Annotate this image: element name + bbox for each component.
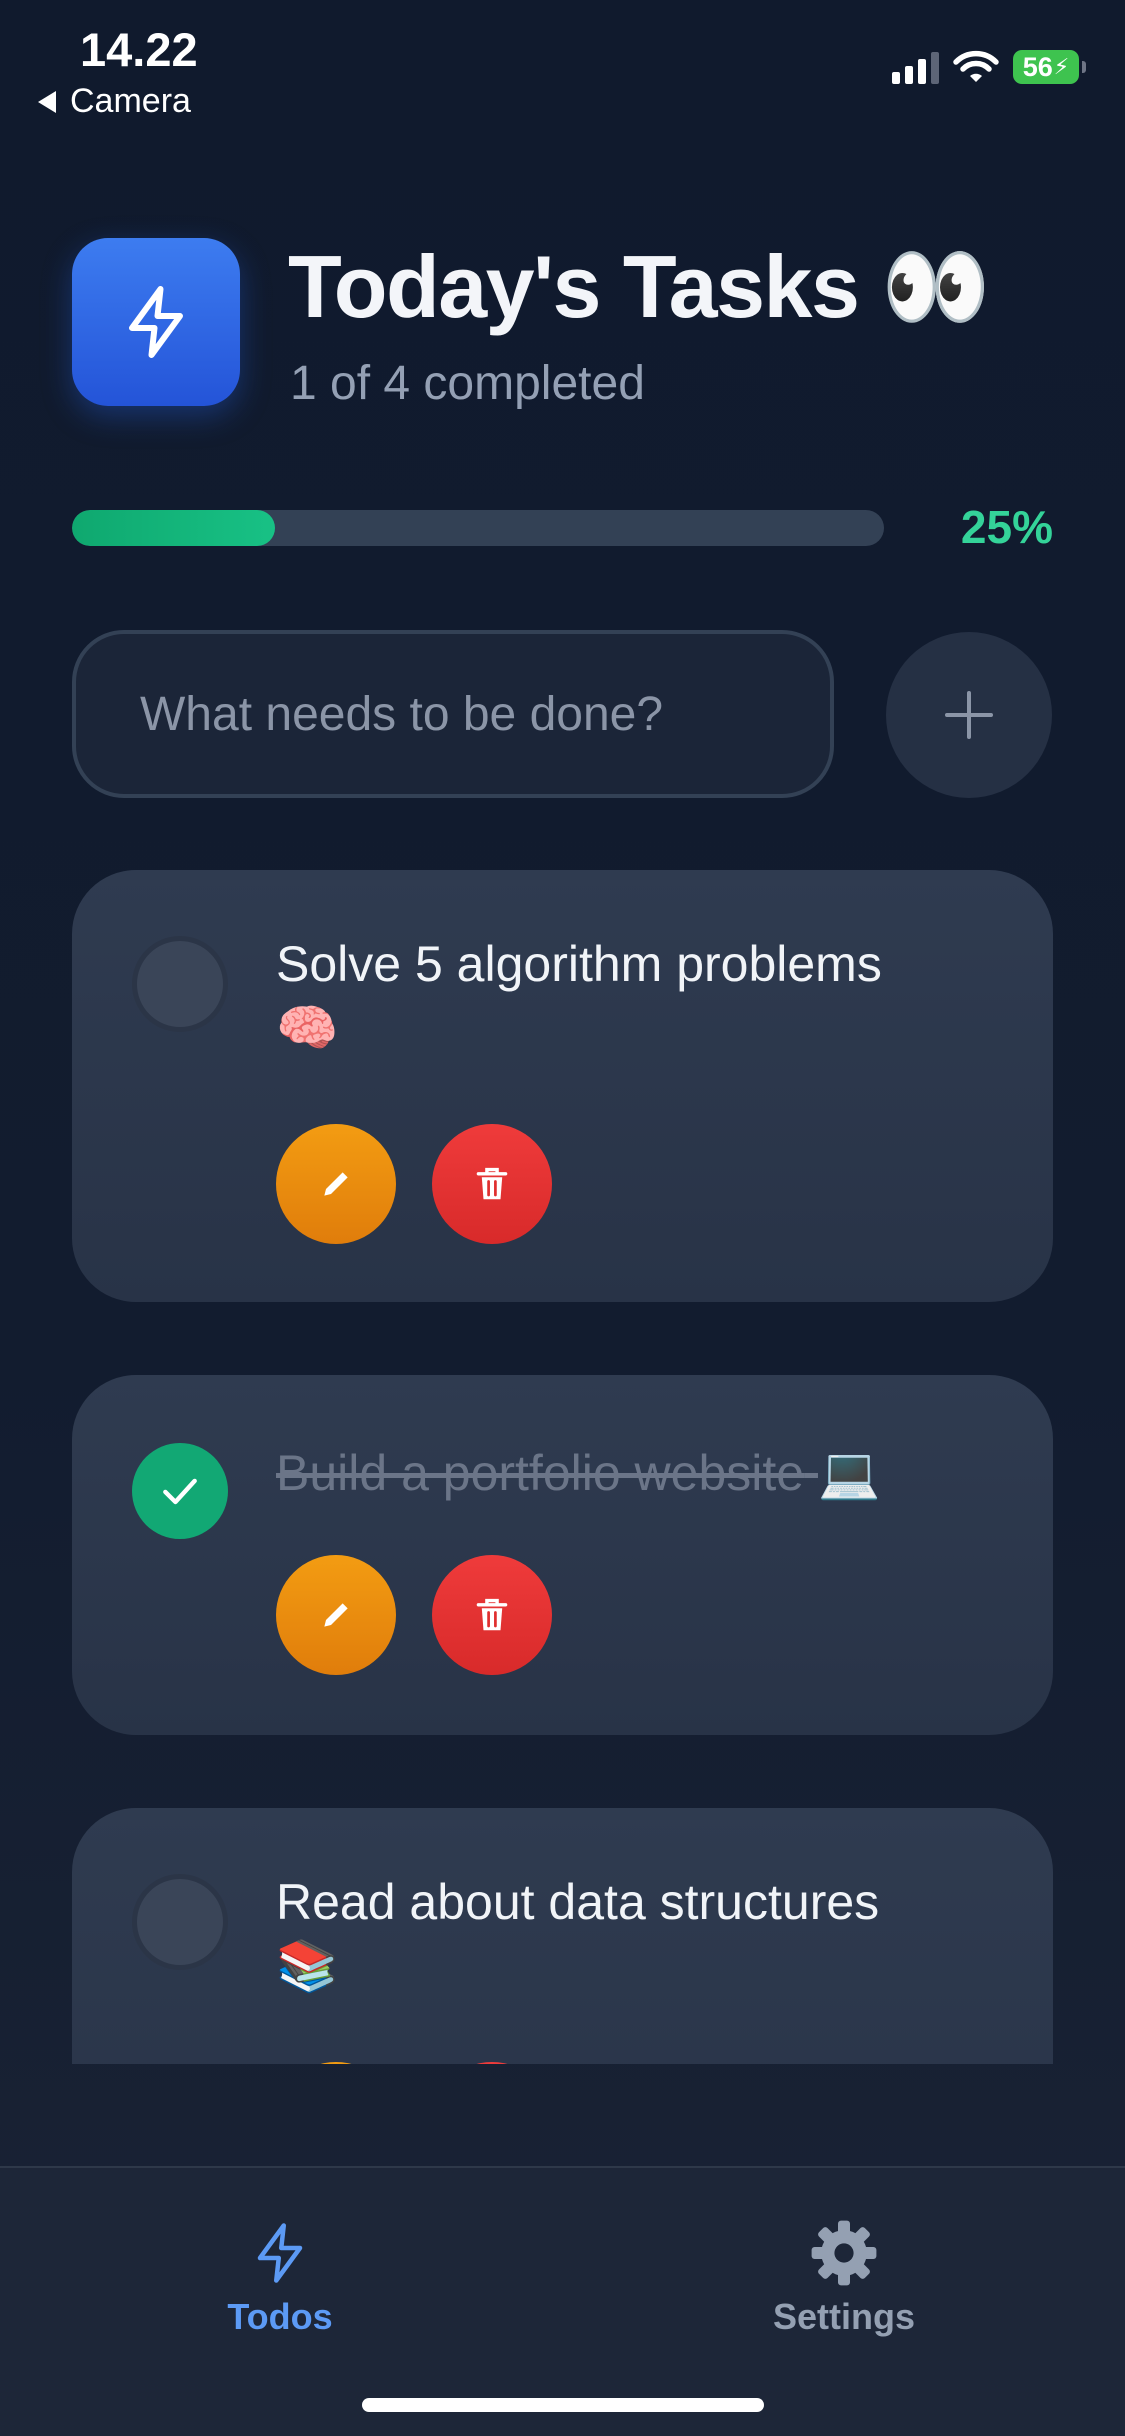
books-emoji-icon: 📚	[276, 1938, 339, 1994]
task-checkbox[interactable]	[132, 1443, 228, 1539]
battery-level: 56	[1022, 51, 1053, 82]
task-card: Build a portfolio website 💻	[72, 1375, 1053, 1735]
app-screen: 14.22 Camera 56 ⚡ Today's Tasks 👀 1 of 4…	[0, 0, 1125, 2436]
task-title-text: Read about data structures	[276, 1874, 880, 1930]
task-title: Build a portfolio website 💻	[276, 1441, 976, 1505]
cellular-signal-icon	[892, 50, 939, 84]
pencil-icon	[324, 1603, 348, 1627]
lightning-bolt-icon	[129, 286, 183, 358]
trash-icon	[476, 1598, 508, 1631]
back-triangle-icon	[38, 90, 56, 113]
tab-settings[interactable]: Settings	[724, 2216, 964, 2338]
task-checkbox[interactable]	[132, 936, 228, 1032]
edit-task-button[interactable]	[276, 1555, 396, 1675]
completion-summary: 1 of 4 completed	[290, 357, 645, 410]
home-indicator[interactable]	[362, 2398, 764, 2412]
task-checkbox[interactable]	[132, 1874, 228, 1970]
tab-label: Todos	[227, 2296, 333, 2337]
status-indicators: 56 ⚡	[892, 50, 1086, 84]
back-label: Camera	[70, 82, 191, 120]
delete-task-button[interactable]	[432, 2062, 552, 2064]
progress-bar	[72, 510, 884, 546]
add-task-button[interactable]	[886, 632, 1052, 798]
task-list: Solve 5 algorithm problems 🧠 Build a por…	[72, 870, 1053, 2064]
page-title: Today's Tasks 👀	[288, 237, 991, 336]
checkmark-icon	[163, 1478, 197, 1505]
lightning-bolt-icon	[257, 2223, 303, 2283]
progress-bar-fill	[72, 510, 275, 546]
wifi-icon	[953, 50, 999, 82]
app-logo	[72, 238, 240, 406]
task-title: Read about data structures 📚	[276, 1870, 976, 1998]
trash-icon	[476, 1167, 508, 1200]
status-time: 14.22	[80, 23, 198, 76]
edit-task-button[interactable]	[276, 1124, 396, 1244]
delete-task-button[interactable]	[432, 1555, 552, 1675]
battery-icon: 56 ⚡	[1013, 50, 1086, 84]
task-title: Solve 5 algorithm problems 🧠	[276, 932, 976, 1060]
delete-task-button[interactable]	[432, 1124, 552, 1244]
pencil-icon	[324, 1172, 348, 1196]
progress-percent: 25%	[960, 501, 1053, 553]
task-card: Solve 5 algorithm problems 🧠	[72, 870, 1053, 1302]
plus-icon	[945, 691, 993, 739]
task-title-text: Build a portfolio website	[276, 1445, 805, 1501]
tab-label: Settings	[772, 2296, 915, 2337]
charging-bolt-icon: ⚡	[1053, 54, 1070, 79]
task-title-text: Solve 5 algorithm problems	[276, 936, 882, 992]
new-task-input[interactable]	[72, 630, 834, 798]
laptop-emoji-icon: 💻	[817, 1445, 881, 1501]
tab-bar: Todos Settings	[0, 2166, 1125, 2436]
edit-task-button[interactable]	[276, 2062, 396, 2064]
tab-todos[interactable]: Todos	[160, 2216, 400, 2338]
brain-emoji-icon: 🧠	[276, 1000, 339, 1056]
back-to-camera-link[interactable]: Camera	[38, 82, 191, 121]
gear-icon	[811, 2220, 877, 2286]
task-card: Read about data structures 📚	[72, 1808, 1053, 2064]
